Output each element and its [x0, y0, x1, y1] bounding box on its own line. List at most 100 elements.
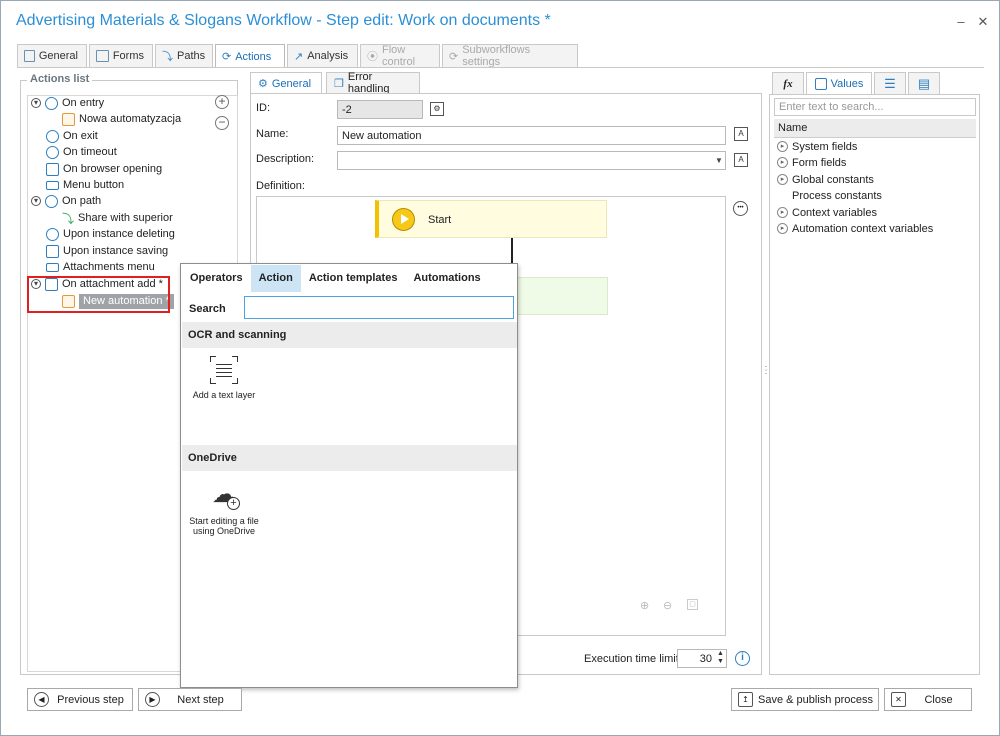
section-onedrive: OneDrive	[182, 445, 517, 471]
tab-actions[interactable]: ⟳ Actions	[215, 44, 285, 68]
tab-operators[interactable]: Operators	[182, 265, 251, 292]
cloud-add-icon: ☁ +	[208, 480, 240, 510]
previous-step-button[interactable]: ◀ Previous step	[27, 688, 133, 711]
values-item-automation-context-variables[interactable]: ▸ Automation context variables	[777, 221, 933, 236]
tree-item-nowa-automatyzacja[interactable]: Nowa automatyzacja	[62, 111, 181, 127]
id-field: -2	[337, 100, 423, 119]
zoom-out-icon[interactable]: ⊖	[663, 599, 672, 612]
tab-paths[interactable]: ⤵ Paths	[155, 44, 213, 67]
definition-label: Definition:	[256, 180, 305, 192]
expand-icon[interactable]: ▸	[777, 223, 788, 234]
forms-icon	[96, 50, 109, 62]
start-node[interactable]: Start	[375, 200, 607, 238]
start-editing-onedrive-action[interactable]: ☁ + Start editing a file using OneDrive	[179, 480, 269, 536]
id-options-icon[interactable]: ⚙	[430, 102, 444, 116]
execution-time-label: Execution time limit:	[584, 653, 682, 665]
tab-forms[interactable]: Forms	[89, 44, 153, 67]
tree-item-on-entry[interactable]: ▾ On entry	[31, 95, 104, 111]
delete-circle-icon	[46, 227, 59, 241]
clock-icon	[46, 145, 59, 159]
tab-action-templates[interactable]: Action templates	[301, 265, 406, 292]
values-search-input[interactable]: Enter text to search...	[774, 98, 976, 116]
tree-item-attachments-menu[interactable]: Attachments menu	[46, 259, 155, 275]
actions-icon: ⟳	[222, 51, 232, 63]
info-icon[interactable]: i	[735, 651, 750, 666]
id-label: ID:	[256, 102, 271, 114]
values-item-form-fields[interactable]: ▸ Form fields	[777, 155, 846, 170]
translate-icon[interactable]: A	[734, 153, 748, 167]
values-item-context-variables[interactable]: ▸ Context variables	[777, 205, 877, 220]
tree-item-menu-button[interactable]: Menu button	[46, 177, 124, 193]
tab-values[interactable]: Values	[806, 72, 872, 95]
add-text-layer-action[interactable]: Add a text layer	[179, 356, 269, 400]
arrow-right-circle-icon	[45, 96, 58, 110]
values-item-system-fields[interactable]: ▸ System fields	[777, 139, 857, 154]
tab-error-handling[interactable]: ❐ Error handling	[326, 71, 420, 95]
name-field[interactable]: New automation	[337, 126, 726, 145]
more-options-button[interactable]: •••	[733, 201, 748, 216]
error-icon: ❐	[334, 77, 344, 90]
collapse-icon[interactable]: ▾	[31, 98, 41, 108]
description-label: Description:	[256, 153, 315, 165]
highlight-frame	[27, 276, 170, 313]
next-step-button[interactable]: ▶ Next step	[138, 688, 242, 711]
tree-item-upon-instance-deleting[interactable]: Upon instance deleting	[46, 226, 175, 242]
close-button[interactable]: ✕ Close	[884, 688, 972, 711]
popup-search-label: Search	[189, 303, 226, 315]
name-column-header[interactable]: Name	[774, 119, 976, 138]
analysis-icon: ↗	[294, 50, 304, 63]
close-window-button[interactable]: ✕	[976, 14, 990, 30]
action-node[interactable]	[513, 277, 608, 315]
fit-icon[interactable]: ▢	[687, 599, 698, 610]
values-item-process-constants[interactable]: Process constants	[792, 188, 882, 203]
arrow-right-icon: ▶	[145, 692, 160, 707]
menu-button-icon	[46, 180, 59, 190]
translate-icon[interactable]: A	[734, 127, 748, 141]
automation-icon	[62, 112, 75, 126]
tree-item-on-browser-opening[interactable]: On browser opening	[46, 161, 162, 177]
popup-search-input[interactable]	[244, 296, 514, 319]
expand-icon[interactable]: ▸	[777, 141, 788, 152]
zoom-in-icon[interactable]: ⊕	[640, 599, 649, 612]
gear-icon: ⚙	[258, 78, 268, 90]
add-action-button[interactable]: +	[215, 95, 229, 109]
remove-action-button[interactable]: −	[215, 116, 229, 130]
tab-flow-control[interactable]: ⦿ Flow control	[360, 44, 440, 68]
tab-subworkflows-settings[interactable]: ⟳ Subworkflows settings	[442, 44, 578, 68]
paths-icon: ⤵	[162, 51, 173, 63]
play-icon	[392, 208, 415, 231]
form-icon: ▤	[917, 75, 931, 91]
tab-general[interactable]: General	[17, 44, 87, 67]
chevron-down-icon[interactable]: ▼	[715, 156, 723, 165]
tab-action[interactable]: Action	[250, 265, 301, 292]
collapse-icon[interactable]: ▾	[31, 196, 41, 206]
attachment-menu-icon	[46, 262, 59, 272]
tree-item-on-path[interactable]: ▾ On path	[31, 193, 101, 209]
expand-icon[interactable]: ▸	[777, 174, 788, 185]
tree-item-on-timeout[interactable]: On timeout	[46, 144, 117, 160]
tree-item-share-with-superior[interactable]: ⤵ Share with superior	[62, 210, 173, 226]
actions-list-title: Actions list	[27, 73, 93, 85]
spinner-icon[interactable]: ▲ ▼	[717, 650, 724, 666]
action-picker-popup: Operators Action Action templates Automa…	[180, 263, 518, 688]
tab-list[interactable]: ☰	[874, 72, 906, 94]
save-publish-button[interactable]: ↥ Save & publish process	[731, 688, 879, 711]
text-layer-icon	[210, 356, 238, 384]
minimize-button[interactable]: –	[954, 14, 968, 29]
tab-analysis[interactable]: ↗ Analysis	[287, 44, 358, 67]
tab-functions[interactable]: fx	[772, 72, 804, 94]
section-ocr-and-scanning: OCR and scanning	[182, 322, 517, 348]
tab-automations[interactable]: Automations	[405, 265, 488, 292]
tree-item-on-exit[interactable]: On exit	[46, 128, 98, 144]
description-field[interactable]	[337, 151, 726, 170]
general-icon	[24, 50, 35, 62]
expand-icon[interactable]: ▸	[777, 207, 788, 218]
tree-item-upon-instance-saving[interactable]: Upon instance saving	[46, 243, 168, 259]
values-item-global-constants[interactable]: ▸ Global constants	[777, 172, 874, 187]
tab-middle-general[interactable]: ⚙ General	[250, 72, 322, 94]
expand-icon[interactable]: ▸	[777, 157, 788, 168]
window-title: Advertising Materials & Slogans Workflow…	[16, 12, 551, 29]
flow-control-icon: ⦿	[367, 51, 378, 63]
exit-icon	[46, 129, 59, 143]
tab-form[interactable]: ▤	[908, 72, 940, 94]
